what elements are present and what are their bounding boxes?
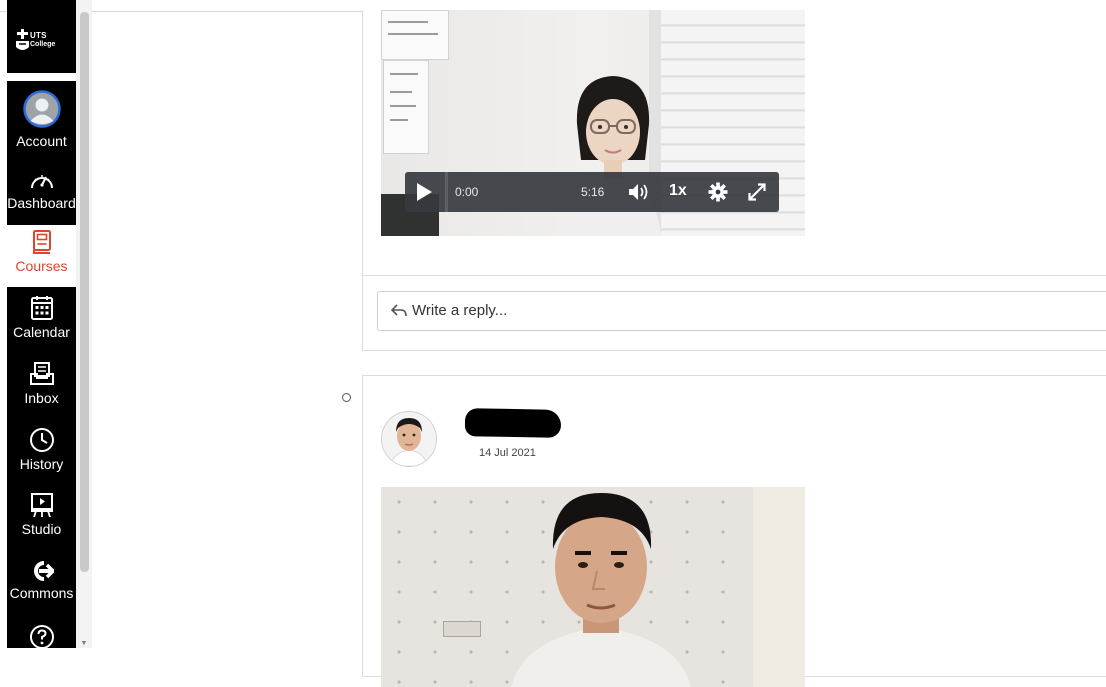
- nav-label-courses: Courses: [15, 258, 68, 274]
- unread-indicator[interactable]: [342, 393, 351, 402]
- discussion-content: 0:00 5:16 1x Write a reply... 14 Jul 202…: [92, 10, 1106, 687]
- help-icon: [29, 625, 54, 649]
- logo-line2: College: [30, 41, 56, 48]
- volume-icon[interactable]: [628, 183, 650, 201]
- calendar-icon: [30, 296, 53, 320]
- nav-label-calendar: Calendar: [13, 324, 70, 340]
- entry-divider: [363, 275, 1106, 276]
- controls-divider: [445, 172, 448, 212]
- commons-arrow-icon: [33, 561, 54, 581]
- uts-college-logo[interactable]: UTS College: [7, 11, 76, 73]
- wall-paper: [383, 60, 429, 154]
- nav-label-dashboard: Dashboard: [7, 195, 76, 211]
- nav-item-history[interactable]: History: [7, 427, 76, 477]
- redacted-author-name: [464, 408, 562, 438]
- nav-label-commons: Commons: [9, 585, 74, 601]
- video-player[interactable]: [381, 487, 805, 687]
- write-reply-button[interactable]: Write a reply...: [377, 291, 1106, 331]
- video-player[interactable]: 0:00 5:16 1x: [381, 10, 805, 236]
- nav-item-dashboard[interactable]: Dashboard: [7, 170, 76, 220]
- post-date: 14 Jul 2021: [479, 447, 536, 459]
- nav-label-studio: Studio: [21, 521, 62, 537]
- global-nav: ▼ UTS College Account Dashboard Courses …: [0, 0, 92, 649]
- discussion-entry: 14 Jul 2021: [362, 375, 1106, 687]
- nav-label-inbox: Inbox: [24, 390, 59, 406]
- nav-label-account: Account: [16, 133, 67, 149]
- discussion-entry: 0:00 5:16 1x Write a reply...: [362, 10, 1106, 351]
- avatar-photo: [382, 412, 436, 466]
- video-controls: 0:00 5:16 1x: [405, 172, 779, 212]
- wall-paper: [381, 10, 449, 60]
- wall-socket: [443, 621, 481, 637]
- current-time: 0:00: [455, 185, 479, 199]
- duration: 5:16: [581, 185, 605, 199]
- nav-item-calendar[interactable]: Calendar: [7, 295, 76, 345]
- nav-item-help[interactable]: [7, 624, 76, 649]
- scroll-down-arrow-icon[interactable]: ▼: [80, 640, 88, 648]
- nav-item-studio[interactable]: Studio: [7, 492, 76, 542]
- nav-item-courses[interactable]: Courses: [7, 225, 76, 287]
- logo-separator: [7, 73, 76, 81]
- wall-panel: [753, 487, 805, 687]
- logo-line1: UTS: [30, 31, 47, 40]
- nav-scrollbar-thumb[interactable]: [80, 12, 89, 572]
- play-icon[interactable]: [417, 183, 432, 201]
- fullscreen-icon[interactable]: [747, 182, 767, 202]
- nav-item-account[interactable]: Account: [7, 90, 76, 150]
- gear-icon[interactable]: [708, 182, 728, 202]
- nav-label-history: History: [19, 456, 64, 472]
- studio-icon: [30, 493, 53, 518]
- presenter-figure: [511, 493, 691, 687]
- playback-rate-button[interactable]: 1x: [669, 182, 687, 200]
- book-icon: [32, 230, 51, 254]
- inbox-icon: [29, 362, 54, 385]
- clock-icon: [29, 428, 54, 452]
- reply-arrow-icon: [390, 304, 407, 317]
- reply-placeholder: Write a reply...: [412, 302, 508, 319]
- nav-item-inbox[interactable]: Inbox: [7, 361, 76, 411]
- avatar-icon: [22, 90, 61, 128]
- author-avatar[interactable]: [381, 411, 437, 467]
- nav-item-commons[interactable]: Commons: [7, 560, 76, 610]
- speedometer-icon: [30, 175, 53, 189]
